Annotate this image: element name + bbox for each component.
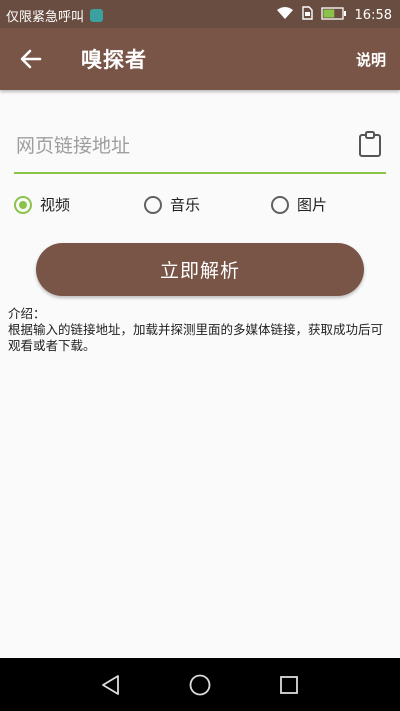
sim-icon [301,6,313,24]
arrow-back-icon [20,49,42,69]
app-notification-icon [90,9,104,22]
radio-video[interactable]: 视频 [14,194,70,215]
nav-recents-icon [280,676,298,694]
page-title: 嗅探者 [81,48,147,72]
intro-section: 介绍： 根据输入的链接地址，加载并探测里面的多媒体链接，获取成功后可观看或者下载… [8,306,394,354]
carrier-text: 仅限紧急呼叫 [6,10,85,25]
status-time: 16:58 [354,7,392,23]
status-right: 16:58 [276,6,392,24]
radio-label-music: 音乐 [170,196,201,214]
radio-label-image: 图片 [297,196,328,214]
intro-heading: 介绍： [8,306,46,321]
help-button[interactable]: 说明 [356,49,386,70]
battery-icon [320,6,347,24]
radio-circle-video [14,195,32,214]
intro-body: 根据输入的链接地址，加载并探测里面的多媒体链接，获取成功后可观看或者下载。 [8,322,384,353]
app-bar: 嗅探者 说明 [0,28,400,90]
nav-back-button[interactable] [98,672,124,698]
nav-back-icon [102,675,119,695]
navigation-bar [0,658,400,711]
url-input[interactable] [14,130,348,162]
nav-recents-button[interactable] [276,672,302,698]
paste-button[interactable] [358,130,382,158]
nav-home-icon [189,674,211,696]
media-type-group: 视频 音乐 图片 [14,194,386,222]
radio-label-video: 视频 [40,196,71,214]
status-bar: 仅限紧急呼叫 16:58 [0,0,400,28]
radio-image[interactable]: 图片 [271,194,327,215]
wifi-icon [276,6,294,24]
clipboard-icon [359,131,381,157]
radio-music[interactable]: 音乐 [144,194,200,215]
back-button[interactable] [16,45,46,73]
nav-home-button[interactable] [187,672,213,698]
url-field [14,120,386,174]
radio-circle-music [144,195,162,214]
status-left: 仅限紧急呼叫 [6,6,104,25]
radio-circle-image [271,195,289,214]
parse-button[interactable]: 立即解析 [36,243,364,296]
